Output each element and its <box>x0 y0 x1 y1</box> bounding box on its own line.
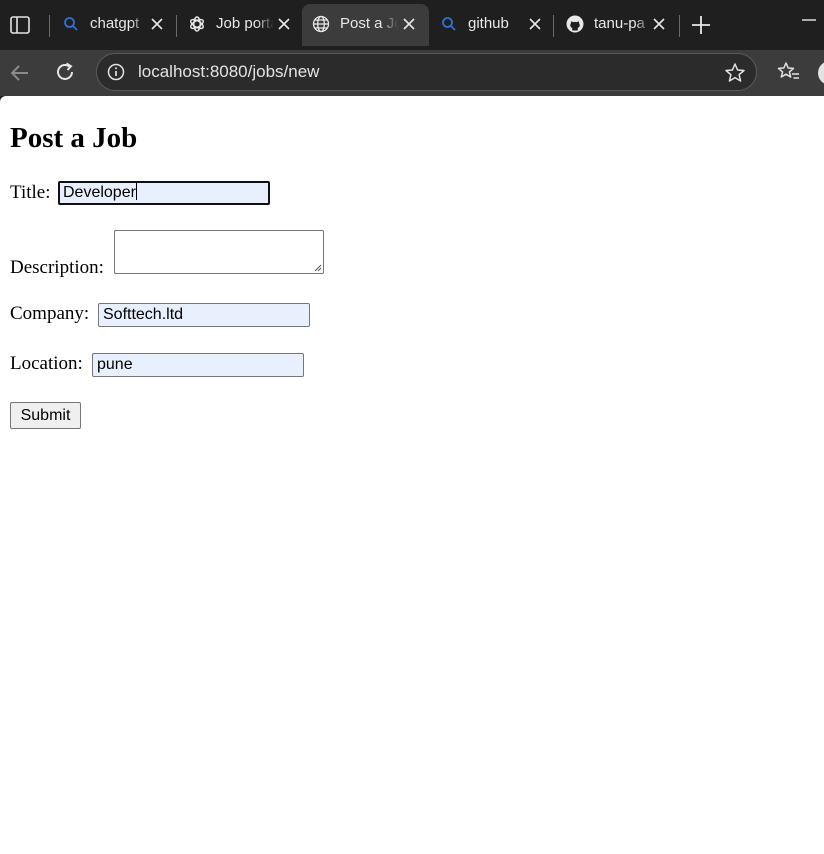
address-bar[interactable]: localhost:8080/jobs/new <box>96 53 757 91</box>
browser-toolbar: localhost:8080/jobs/new <box>0 50 824 96</box>
minimize-icon[interactable] <box>801 12 817 28</box>
company-input[interactable]: Softtech.ltd <box>98 303 310 327</box>
globe-icon <box>312 15 330 33</box>
tab-strip: chatgpt Job portal Post a Job <box>0 0 824 50</box>
site-info-icon[interactable] <box>107 63 125 81</box>
tab-job-portal[interactable]: Job portal <box>178 4 300 44</box>
company-label: Company: <box>10 303 90 324</box>
openai-icon <box>190 16 204 32</box>
resize-handle-icon[interactable] <box>313 263 322 272</box>
url-text: localhost:8080/jobs/new <box>138 62 320 81</box>
close-icon[interactable] <box>275 15 293 33</box>
tab-tanu-github[interactable]: tanu-pa <box>556 4 678 44</box>
tab-separator <box>679 15 680 37</box>
location-input[interactable]: pune <box>92 353 304 377</box>
profile-avatar[interactable] <box>818 61 824 85</box>
description-textarea[interactable] <box>114 230 324 274</box>
submit-button[interactable]: Submit <box>10 402 81 429</box>
page-viewport: Post a Job Title: Developer Description:… <box>0 96 824 854</box>
back-arrow-icon[interactable] <box>8 61 32 85</box>
close-icon[interactable] <box>526 15 544 33</box>
tab-separator <box>176 15 177 37</box>
tab-title: tanu-pa <box>594 15 645 32</box>
close-icon[interactable] <box>650 15 668 33</box>
github-icon <box>566 15 584 33</box>
tab-separator <box>553 15 554 37</box>
favorites-icon[interactable] <box>777 61 801 83</box>
page-title: Post a Job <box>10 122 138 154</box>
title-input-value: Developer <box>63 184 136 201</box>
new-tab-icon[interactable] <box>690 14 712 36</box>
close-icon[interactable] <box>400 15 418 33</box>
title-label: Title: <box>10 182 51 203</box>
search-icon <box>442 17 456 31</box>
star-icon[interactable] <box>724 62 746 84</box>
tab-title: Post a Job <box>340 15 398 32</box>
tab-chatgpt[interactable]: chatgpt <box>52 4 174 44</box>
tab-title: chatgpt <box>90 15 140 32</box>
tab-post-a-job[interactable]: Post a Job <box>302 4 429 46</box>
tab-separator <box>49 15 50 37</box>
search-icon <box>64 17 78 31</box>
title-input[interactable]: Developer <box>58 181 270 205</box>
location-input-value: pune <box>97 356 133 373</box>
company-input-value: Softtech.ltd <box>103 306 184 323</box>
tab-title: Job portal <box>216 15 274 32</box>
description-label: Description: <box>10 257 104 278</box>
sidebar-toggle-icon[interactable] <box>10 16 30 34</box>
tab-github-search[interactable]: github <box>430 4 552 44</box>
reload-icon[interactable] <box>53 60 77 84</box>
close-icon[interactable] <box>148 15 166 33</box>
tab-title: github <box>468 15 509 32</box>
description-value <box>115 231 119 250</box>
location-label: Location: <box>10 353 83 374</box>
text-caret <box>135 183 137 200</box>
